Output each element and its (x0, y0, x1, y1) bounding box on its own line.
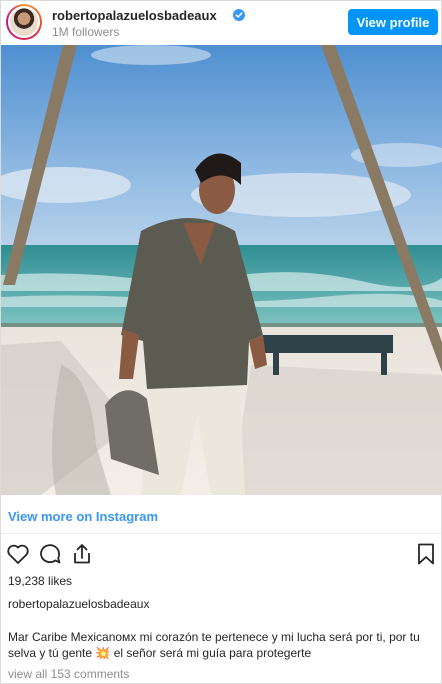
share-icon[interactable] (69, 541, 95, 567)
caption-text: el señor será mi guía para protegerte (113, 646, 312, 660)
view-comments-link[interactable]: view all 153 comments (8, 667, 129, 681)
view-profile-button[interactable]: View profile (348, 9, 438, 35)
post-caption: Mar Caribe Mexicanoмх mi corazón te pert… (8, 629, 438, 661)
collision-emoji-icon: 💥 (95, 646, 111, 660)
avatar-story-ring[interactable] (6, 4, 42, 40)
like-count[interactable]: 19,238 likes (8, 574, 72, 588)
post-actions (1, 541, 441, 567)
caption-line-1: Mar Caribe Mexicanoмх mi corazón te pert… (8, 630, 420, 644)
caption-line-2: selva y tú gente 💥 el señor será mi guía… (8, 645, 438, 661)
divider (1, 533, 441, 534)
caption-username[interactable]: robertopalazuelosbadeaux (8, 597, 149, 611)
comment-icon[interactable] (37, 541, 63, 567)
post-header: robertopalazuelosbadeaux 1M followers Vi… (1, 1, 441, 45)
bookmark-icon[interactable] (413, 541, 439, 567)
heart-icon[interactable] (5, 541, 31, 567)
verified-badge-icon (233, 9, 245, 21)
beach-photo-illustration (1, 45, 442, 495)
view-more-link[interactable]: View more on Instagram (8, 509, 158, 524)
avatar[interactable] (8, 6, 40, 38)
post-photo[interactable] (1, 45, 442, 495)
follower-count: 1M followers (52, 25, 120, 39)
caption-text: selva y tú gente (8, 646, 93, 660)
instagram-embed-card: robertopalazuelosbadeaux 1M followers Vi… (0, 0, 442, 684)
profile-username[interactable]: robertopalazuelosbadeaux (52, 8, 217, 23)
